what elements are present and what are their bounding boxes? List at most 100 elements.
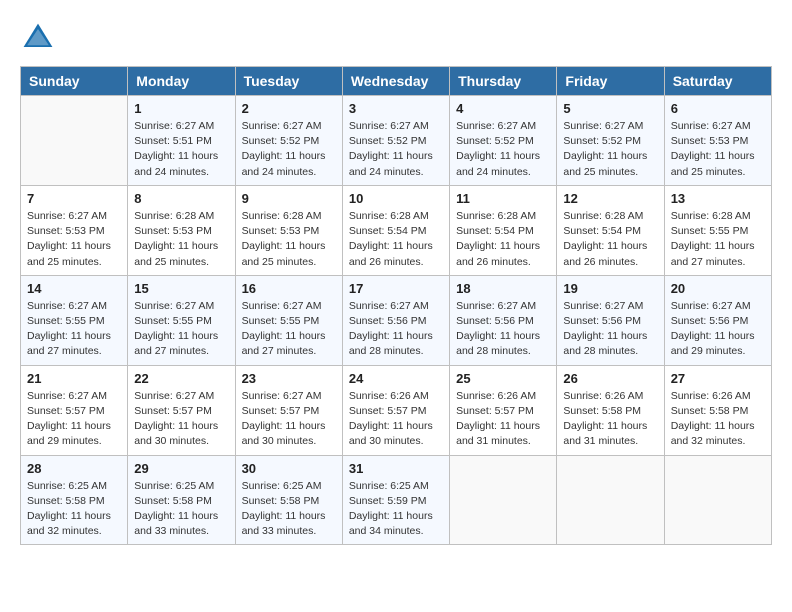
- calendar-cell: 13 Sunrise: 6:28 AM Sunset: 5:55 PM Dayli…: [664, 185, 771, 275]
- calendar-cell: 22 Sunrise: 6:27 AM Sunset: 5:57 PM Dayli…: [128, 365, 235, 455]
- calendar-cell: 17 Sunrise: 6:27 AM Sunset: 5:56 PM Dayli…: [342, 275, 449, 365]
- calendar-week-row: 7 Sunrise: 6:27 AM Sunset: 5:53 PM Daylig…: [21, 185, 772, 275]
- cell-content: Sunrise: 6:28 AM Sunset: 5:54 PM Dayligh…: [456, 209, 550, 270]
- calendar-cell: 15 Sunrise: 6:27 AM Sunset: 5:55 PM Dayli…: [128, 275, 235, 365]
- day-number: 1: [134, 101, 228, 116]
- cell-content: Sunrise: 6:27 AM Sunset: 5:56 PM Dayligh…: [671, 299, 765, 360]
- cell-content: Sunrise: 6:26 AM Sunset: 5:57 PM Dayligh…: [456, 389, 550, 450]
- cell-content: Sunrise: 6:27 AM Sunset: 5:55 PM Dayligh…: [242, 299, 336, 360]
- calendar-week-row: 28 Sunrise: 6:25 AM Sunset: 5:58 PM Dayli…: [21, 455, 772, 545]
- day-number: 5: [563, 101, 657, 116]
- calendar-cell: 18 Sunrise: 6:27 AM Sunset: 5:56 PM Dayli…: [450, 275, 557, 365]
- day-number: 22: [134, 371, 228, 386]
- calendar-week-row: 21 Sunrise: 6:27 AM Sunset: 5:57 PM Dayli…: [21, 365, 772, 455]
- calendar-cell: 26Sunrise: 6:26 AM Sunset: 5:58 PM Dayli…: [557, 365, 664, 455]
- day-number: 25: [456, 371, 550, 386]
- day-number: 30: [242, 461, 336, 476]
- header-saturday: Saturday: [664, 67, 771, 96]
- cell-content: Sunrise: 6:26 AM Sunset: 5:58 PM Dayligh…: [671, 389, 765, 450]
- calendar-cell: 7 Sunrise: 6:27 AM Sunset: 5:53 PM Daylig…: [21, 185, 128, 275]
- day-number: 21: [27, 371, 121, 386]
- cell-content: Sunrise: 6:27 AM Sunset: 5:52 PM Dayligh…: [456, 119, 550, 180]
- calendar-cell: 5 Sunrise: 6:27 AM Sunset: 5:52 PM Daylig…: [557, 96, 664, 186]
- calendar-cell: 4 Sunrise: 6:27 AM Sunset: 5:52 PM Daylig…: [450, 96, 557, 186]
- calendar-cell: 10 Sunrise: 6:28 AM Sunset: 5:54 PM Dayli…: [342, 185, 449, 275]
- header-thursday: Thursday: [450, 67, 557, 96]
- cell-content: Sunrise: 6:25 AM Sunset: 5:58 PM Dayligh…: [242, 479, 336, 540]
- calendar-cell: 16Sunrise: 6:27 AM Sunset: 5:55 PM Dayli…: [235, 275, 342, 365]
- calendar-cell: 11 Sunrise: 6:28 AM Sunset: 5:54 PM Dayli…: [450, 185, 557, 275]
- day-number: 10: [349, 191, 443, 206]
- cell-content: Sunrise: 6:28 AM Sunset: 5:53 PM Dayligh…: [134, 209, 228, 270]
- calendar-header-row: SundayMondayTuesdayWednesdayThursdayFrid…: [21, 67, 772, 96]
- day-number: 3: [349, 101, 443, 116]
- calendar-cell: 21 Sunrise: 6:27 AM Sunset: 5:57 PM Dayli…: [21, 365, 128, 455]
- day-number: 7: [27, 191, 121, 206]
- calendar-cell: 30 Sunrise: 6:25 AM Sunset: 5:58 PM Dayli…: [235, 455, 342, 545]
- header-sunday: Sunday: [21, 67, 128, 96]
- day-number: 27: [671, 371, 765, 386]
- calendar-cell: 9Sunrise: 6:28 AM Sunset: 5:53 PM Daylig…: [235, 185, 342, 275]
- day-number: 11: [456, 191, 550, 206]
- calendar-cell: [557, 455, 664, 545]
- day-number: 24: [349, 371, 443, 386]
- day-number: 28: [27, 461, 121, 476]
- cell-content: Sunrise: 6:27 AM Sunset: 5:57 PM Dayligh…: [134, 389, 228, 450]
- day-number: 2: [242, 101, 336, 116]
- calendar-cell: [450, 455, 557, 545]
- day-number: 12: [563, 191, 657, 206]
- cell-content: Sunrise: 6:27 AM Sunset: 5:52 PM Dayligh…: [242, 119, 336, 180]
- calendar-cell: 29Sunrise: 6:25 AM Sunset: 5:58 PM Dayli…: [128, 455, 235, 545]
- cell-content: Sunrise: 6:26 AM Sunset: 5:57 PM Dayligh…: [349, 389, 443, 450]
- cell-content: Sunrise: 6:27 AM Sunset: 5:57 PM Dayligh…: [242, 389, 336, 450]
- cell-content: Sunrise: 6:27 AM Sunset: 5:51 PM Dayligh…: [134, 119, 228, 180]
- header-friday: Friday: [557, 67, 664, 96]
- day-number: 20: [671, 281, 765, 296]
- day-number: 18: [456, 281, 550, 296]
- calendar-cell: 3 Sunrise: 6:27 AM Sunset: 5:52 PM Daylig…: [342, 96, 449, 186]
- cell-content: Sunrise: 6:27 AM Sunset: 5:52 PM Dayligh…: [563, 119, 657, 180]
- day-number: 13: [671, 191, 765, 206]
- logo-icon: [20, 20, 56, 56]
- header-wednesday: Wednesday: [342, 67, 449, 96]
- calendar-table: SundayMondayTuesdayWednesdayThursdayFrid…: [20, 66, 772, 545]
- calendar-cell: 20 Sunrise: 6:27 AM Sunset: 5:56 PM Dayli…: [664, 275, 771, 365]
- day-number: 26: [563, 371, 657, 386]
- cell-content: Sunrise: 6:27 AM Sunset: 5:57 PM Dayligh…: [27, 389, 121, 450]
- day-number: 31: [349, 461, 443, 476]
- day-number: 19: [563, 281, 657, 296]
- calendar-cell: 12Sunrise: 6:28 AM Sunset: 5:54 PM Dayli…: [557, 185, 664, 275]
- calendar-cell: 23 Sunrise: 6:27 AM Sunset: 5:57 PM Dayli…: [235, 365, 342, 455]
- day-number: 15: [134, 281, 228, 296]
- cell-content: Sunrise: 6:25 AM Sunset: 5:58 PM Dayligh…: [134, 479, 228, 540]
- logo: [20, 20, 60, 56]
- calendar-cell: 25 Sunrise: 6:26 AM Sunset: 5:57 PM Dayli…: [450, 365, 557, 455]
- calendar-cell: 24 Sunrise: 6:26 AM Sunset: 5:57 PM Dayli…: [342, 365, 449, 455]
- calendar-cell: 28 Sunrise: 6:25 AM Sunset: 5:58 PM Dayli…: [21, 455, 128, 545]
- day-number: 23: [242, 371, 336, 386]
- day-number: 14: [27, 281, 121, 296]
- cell-content: Sunrise: 6:27 AM Sunset: 5:56 PM Dayligh…: [349, 299, 443, 360]
- header-monday: Monday: [128, 67, 235, 96]
- cell-content: Sunrise: 6:27 AM Sunset: 5:52 PM Dayligh…: [349, 119, 443, 180]
- cell-content: Sunrise: 6:27 AM Sunset: 5:56 PM Dayligh…: [456, 299, 550, 360]
- calendar-cell: 1 Sunrise: 6:27 AM Sunset: 5:51 PM Daylig…: [128, 96, 235, 186]
- cell-content: Sunrise: 6:28 AM Sunset: 5:55 PM Dayligh…: [671, 209, 765, 270]
- cell-content: Sunrise: 6:27 AM Sunset: 5:53 PM Dayligh…: [671, 119, 765, 180]
- page-header: [20, 20, 772, 56]
- day-number: 4: [456, 101, 550, 116]
- cell-content: Sunrise: 6:27 AM Sunset: 5:55 PM Dayligh…: [27, 299, 121, 360]
- header-tuesday: Tuesday: [235, 67, 342, 96]
- calendar-cell: [21, 96, 128, 186]
- day-number: 17: [349, 281, 443, 296]
- calendar-cell: 6Sunrise: 6:27 AM Sunset: 5:53 PM Daylig…: [664, 96, 771, 186]
- calendar-week-row: 14 Sunrise: 6:27 AM Sunset: 5:55 PM Dayli…: [21, 275, 772, 365]
- calendar-week-row: 1 Sunrise: 6:27 AM Sunset: 5:51 PM Daylig…: [21, 96, 772, 186]
- cell-content: Sunrise: 6:25 AM Sunset: 5:58 PM Dayligh…: [27, 479, 121, 540]
- day-number: 8: [134, 191, 228, 206]
- cell-content: Sunrise: 6:28 AM Sunset: 5:54 PM Dayligh…: [349, 209, 443, 270]
- calendar-cell: 19Sunrise: 6:27 AM Sunset: 5:56 PM Dayli…: [557, 275, 664, 365]
- cell-content: Sunrise: 6:27 AM Sunset: 5:55 PM Dayligh…: [134, 299, 228, 360]
- calendar-cell: 14 Sunrise: 6:27 AM Sunset: 5:55 PM Dayli…: [21, 275, 128, 365]
- cell-content: Sunrise: 6:27 AM Sunset: 5:53 PM Dayligh…: [27, 209, 121, 270]
